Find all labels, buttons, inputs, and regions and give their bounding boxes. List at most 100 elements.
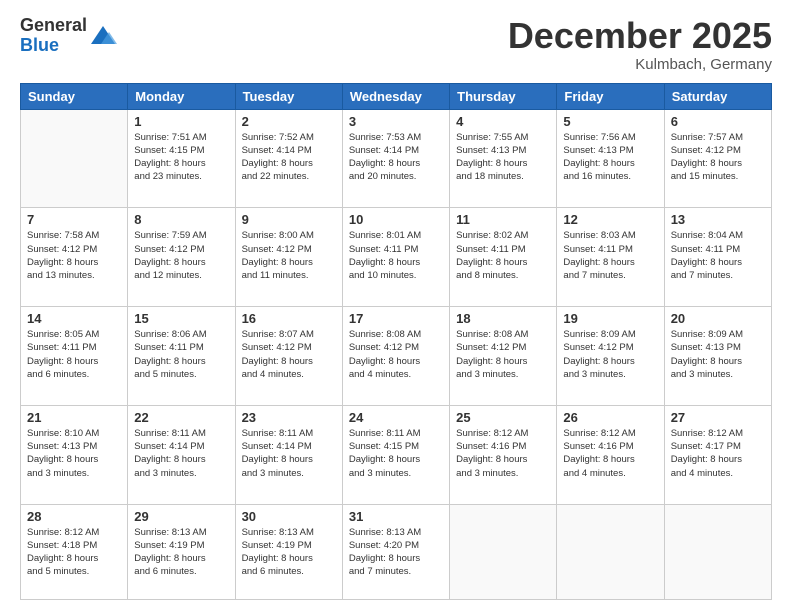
logo-text: General Blue	[20, 16, 87, 56]
day-number: 18	[456, 311, 550, 326]
day-info: Sunrise: 8:03 AM Sunset: 4:11 PM Dayligh…	[563, 229, 657, 282]
day-number: 5	[563, 114, 657, 129]
day-info: Sunrise: 7:57 AM Sunset: 4:12 PM Dayligh…	[671, 131, 765, 184]
calendar-cell: 12 Sunrise: 8:03 AM Sunset: 4:11 PM Dayli…	[557, 208, 664, 307]
day-number: 22	[134, 410, 228, 425]
day-info: Sunrise: 7:56 AM Sunset: 4:13 PM Dayligh…	[563, 131, 657, 184]
calendar-cell: 7Sunrise: 7:58 AM Sunset: 4:12 PM Daylig…	[21, 208, 128, 307]
calendar-cell: 16Sunrise: 8:07 AM Sunset: 4:12 PM Dayli…	[235, 307, 342, 406]
calendar-cell: 30 Sunrise: 8:13 AM Sunset: 4:19 PM Dayli…	[235, 504, 342, 599]
day-number: 15	[134, 311, 228, 326]
day-info: Sunrise: 8:09 AM Sunset: 4:13 PM Dayligh…	[671, 328, 765, 381]
page: General Blue December 2025 Kulmbach, Ger…	[0, 0, 792, 612]
calendar-cell	[664, 504, 771, 599]
day-number: 19	[563, 311, 657, 326]
calendar-cell: 22Sunrise: 8:11 AM Sunset: 4:14 PM Dayli…	[128, 405, 235, 504]
day-info: Sunrise: 8:09 AM Sunset: 4:12 PM Dayligh…	[563, 328, 657, 381]
calendar-cell: 9 Sunrise: 8:00 AM Sunset: 4:12 PM Daylig…	[235, 208, 342, 307]
calendar-cell: 23 Sunrise: 8:11 AM Sunset: 4:14 PM Dayli…	[235, 405, 342, 504]
calendar-cell: 24 Sunrise: 8:11 AM Sunset: 4:15 PM Dayli…	[342, 405, 449, 504]
calendar-cell: 18 Sunrise: 8:08 AM Sunset: 4:12 PM Dayli…	[450, 307, 557, 406]
calendar-cell: 20Sunrise: 8:09 AM Sunset: 4:13 PM Dayli…	[664, 307, 771, 406]
day-info: Sunrise: 7:53 AM Sunset: 4:14 PM Dayligh…	[349, 131, 443, 184]
week-row-1: 1Sunrise: 7:51 AM Sunset: 4:15 PM Daylig…	[21, 109, 772, 208]
day-info: Sunrise: 8:08 AM Sunset: 4:12 PM Dayligh…	[349, 328, 443, 381]
day-info: Sunrise: 8:08 AM Sunset: 4:12 PM Dayligh…	[456, 328, 550, 381]
day-info: Sunrise: 8:12 AM Sunset: 4:18 PM Dayligh…	[27, 526, 121, 579]
day-info: Sunrise: 8:12 AM Sunset: 4:16 PM Dayligh…	[563, 427, 657, 480]
day-number: 14	[27, 311, 121, 326]
day-info: Sunrise: 8:11 AM Sunset: 4:14 PM Dayligh…	[242, 427, 336, 480]
calendar-cell: 8Sunrise: 7:59 AM Sunset: 4:12 PM Daylig…	[128, 208, 235, 307]
calendar-cell: 4 Sunrise: 7:55 AM Sunset: 4:13 PM Daylig…	[450, 109, 557, 208]
calendar-cell: 29 Sunrise: 8:13 AM Sunset: 4:19 PM Dayli…	[128, 504, 235, 599]
day-number: 6	[671, 114, 765, 129]
day-info: Sunrise: 7:59 AM Sunset: 4:12 PM Dayligh…	[134, 229, 228, 282]
day-info: Sunrise: 7:58 AM Sunset: 4:12 PM Dayligh…	[27, 229, 121, 282]
day-info: Sunrise: 8:12 AM Sunset: 4:16 PM Dayligh…	[456, 427, 550, 480]
day-info: Sunrise: 8:01 AM Sunset: 4:11 PM Dayligh…	[349, 229, 443, 282]
day-header-sunday: Sunday	[21, 83, 128, 109]
day-number: 21	[27, 410, 121, 425]
day-info: Sunrise: 8:05 AM Sunset: 4:11 PM Dayligh…	[27, 328, 121, 381]
day-info: Sunrise: 8:10 AM Sunset: 4:13 PM Dayligh…	[27, 427, 121, 480]
day-number: 24	[349, 410, 443, 425]
header-row: SundayMondayTuesdayWednesdayThursdayFrid…	[21, 83, 772, 109]
calendar-cell: 3 Sunrise: 7:53 AM Sunset: 4:14 PM Daylig…	[342, 109, 449, 208]
header: General Blue December 2025 Kulmbach, Ger…	[20, 16, 772, 73]
logo-general: General	[20, 16, 87, 36]
day-number: 27	[671, 410, 765, 425]
calendar-cell: 31Sunrise: 8:13 AM Sunset: 4:20 PM Dayli…	[342, 504, 449, 599]
calendar-cell: 21 Sunrise: 8:10 AM Sunset: 4:13 PM Dayli…	[21, 405, 128, 504]
logo-blue: Blue	[20, 36, 87, 56]
week-row-2: 7Sunrise: 7:58 AM Sunset: 4:12 PM Daylig…	[21, 208, 772, 307]
week-row-4: 21 Sunrise: 8:10 AM Sunset: 4:13 PM Dayli…	[21, 405, 772, 504]
calendar-cell: 17Sunrise: 8:08 AM Sunset: 4:12 PM Dayli…	[342, 307, 449, 406]
calendar-cell	[21, 109, 128, 208]
day-number: 30	[242, 509, 336, 524]
day-number: 25	[456, 410, 550, 425]
day-info: Sunrise: 7:52 AM Sunset: 4:14 PM Dayligh…	[242, 131, 336, 184]
calendar-cell: 26 Sunrise: 8:12 AM Sunset: 4:16 PM Dayli…	[557, 405, 664, 504]
day-number: 4	[456, 114, 550, 129]
day-info: Sunrise: 8:06 AM Sunset: 4:11 PM Dayligh…	[134, 328, 228, 381]
calendar: SundayMondayTuesdayWednesdayThursdayFrid…	[20, 83, 772, 600]
calendar-cell: 27Sunrise: 8:12 AM Sunset: 4:17 PM Dayli…	[664, 405, 771, 504]
day-number: 28	[27, 509, 121, 524]
title-block: December 2025 Kulmbach, Germany	[508, 16, 772, 73]
day-info: Sunrise: 8:04 AM Sunset: 4:11 PM Dayligh…	[671, 229, 765, 282]
day-number: 11	[456, 212, 550, 227]
day-info: Sunrise: 8:13 AM Sunset: 4:20 PM Dayligh…	[349, 526, 443, 579]
location: Kulmbach, Germany	[508, 56, 772, 73]
calendar-cell: 6 Sunrise: 7:57 AM Sunset: 4:12 PM Daylig…	[664, 109, 771, 208]
day-header-saturday: Saturday	[664, 83, 771, 109]
calendar-cell: 1Sunrise: 7:51 AM Sunset: 4:15 PM Daylig…	[128, 109, 235, 208]
day-number: 2	[242, 114, 336, 129]
day-info: Sunrise: 8:00 AM Sunset: 4:12 PM Dayligh…	[242, 229, 336, 282]
day-number: 3	[349, 114, 443, 129]
calendar-cell: 19 Sunrise: 8:09 AM Sunset: 4:12 PM Dayli…	[557, 307, 664, 406]
calendar-cell: 14 Sunrise: 8:05 AM Sunset: 4:11 PM Dayli…	[21, 307, 128, 406]
day-header-friday: Friday	[557, 83, 664, 109]
day-number: 26	[563, 410, 657, 425]
calendar-cell: 28 Sunrise: 8:12 AM Sunset: 4:18 PM Dayli…	[21, 504, 128, 599]
day-number: 12	[563, 212, 657, 227]
logo: General Blue	[20, 16, 117, 56]
day-number: 9	[242, 212, 336, 227]
calendar-cell: 15 Sunrise: 8:06 AM Sunset: 4:11 PM Dayli…	[128, 307, 235, 406]
logo-icon	[89, 22, 117, 50]
day-header-wednesday: Wednesday	[342, 83, 449, 109]
day-number: 16	[242, 311, 336, 326]
day-header-tuesday: Tuesday	[235, 83, 342, 109]
day-number: 13	[671, 212, 765, 227]
day-number: 29	[134, 509, 228, 524]
day-number: 23	[242, 410, 336, 425]
day-header-thursday: Thursday	[450, 83, 557, 109]
calendar-cell: 25 Sunrise: 8:12 AM Sunset: 4:16 PM Dayli…	[450, 405, 557, 504]
calendar-cell: 11Sunrise: 8:02 AM Sunset: 4:11 PM Dayli…	[450, 208, 557, 307]
day-info: Sunrise: 8:13 AM Sunset: 4:19 PM Dayligh…	[134, 526, 228, 579]
day-info: Sunrise: 8:11 AM Sunset: 4:15 PM Dayligh…	[349, 427, 443, 480]
day-info: Sunrise: 8:13 AM Sunset: 4:19 PM Dayligh…	[242, 526, 336, 579]
day-info: Sunrise: 7:55 AM Sunset: 4:13 PM Dayligh…	[456, 131, 550, 184]
week-row-5: 28 Sunrise: 8:12 AM Sunset: 4:18 PM Dayli…	[21, 504, 772, 599]
